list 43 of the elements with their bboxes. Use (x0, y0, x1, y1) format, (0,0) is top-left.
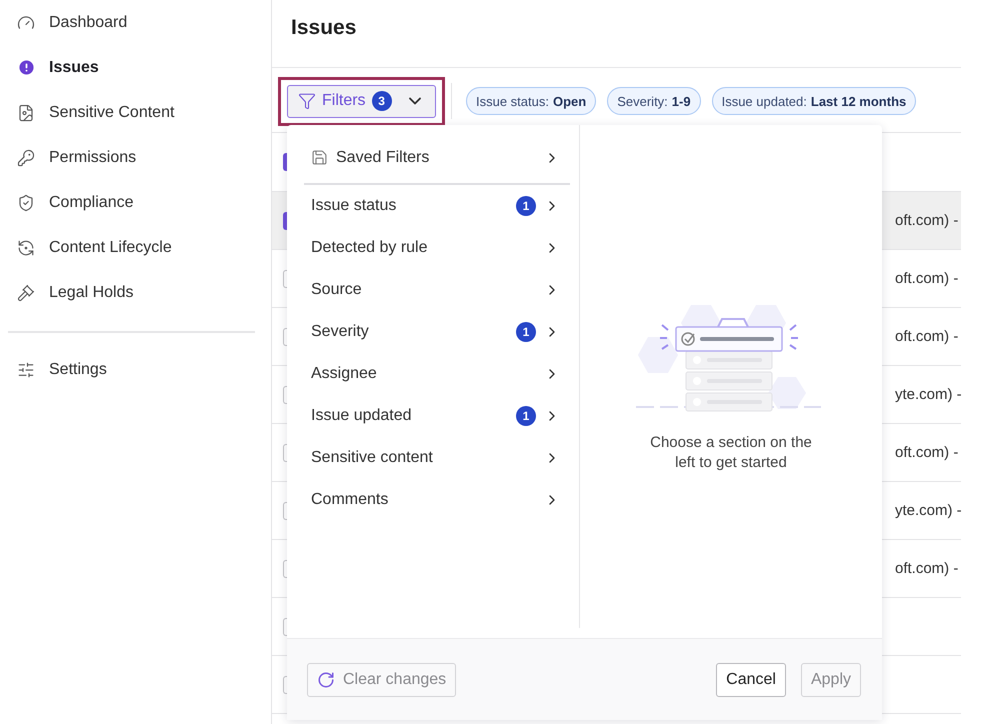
count-badge: 1 (516, 322, 536, 342)
refresh-icon (317, 670, 335, 688)
filter-chip[interactable]: Severity: 1-9 (607, 87, 701, 115)
checkbox[interactable] (283, 386, 287, 404)
key-icon (16, 148, 36, 168)
table-cell: oft.com) - (895, 328, 958, 345)
sidebar-item[interactable]: Content Lifecycle (0, 225, 271, 270)
filter-chip[interactable]: Issue updated: Last 12 months (712, 87, 916, 115)
count-badge: 1 (516, 196, 536, 216)
menu-item[interactable]: Issue updated 1 (304, 395, 570, 437)
table-cell: yte.com) - (895, 502, 962, 519)
table-cell: yte.com) - (895, 386, 962, 403)
gavel-icon (16, 282, 36, 302)
menu-item[interactable]: Severity 1 (304, 311, 570, 353)
filters-button[interactable]: Filters 3 (287, 84, 436, 118)
alert-icon (16, 58, 36, 78)
sidebar-item[interactable]: Legal Holds (0, 270, 271, 315)
sidebar-item[interactable]: Permissions (0, 135, 271, 180)
menu-item[interactable]: Issue status 1 (304, 185, 570, 227)
sidebar-item[interactable]: Issues (0, 45, 271, 90)
page-title: Issues (291, 16, 356, 40)
sidebar-item[interactable]: Settings (0, 347, 271, 392)
sidebar-item[interactable]: Dashboard (0, 0, 271, 45)
sidebar-item[interactable]: Sensitive Content (0, 90, 271, 135)
menu-item[interactable]: Sensitive content (304, 437, 570, 479)
sidebar-item[interactable]: Compliance (0, 180, 271, 225)
filter-chip[interactable]: Issue status: Open (466, 87, 596, 115)
table-cell: oft.com) - (895, 212, 958, 229)
filter-icon (298, 92, 316, 110)
menu-item[interactable]: Detected by rule (304, 227, 570, 269)
count-badge: 1 (516, 406, 536, 426)
table-cell: oft.com) - (895, 560, 958, 577)
table-cell: oft.com) - (895, 270, 958, 287)
table-cell: oft.com) - (895, 444, 958, 461)
save-icon (311, 149, 328, 166)
empty-state-message: Choose a section on the left to get started (649, 433, 813, 473)
menu-item[interactable]: Saved Filters (304, 141, 570, 174)
menu-item[interactable]: Source (304, 269, 570, 311)
cancel-button[interactable]: Cancel (716, 662, 786, 696)
count-badge: 3 (372, 91, 392, 111)
menu-item[interactable]: Comments (304, 479, 570, 521)
menu-item[interactable]: Assignee (304, 353, 570, 395)
cycle-icon (16, 238, 36, 258)
